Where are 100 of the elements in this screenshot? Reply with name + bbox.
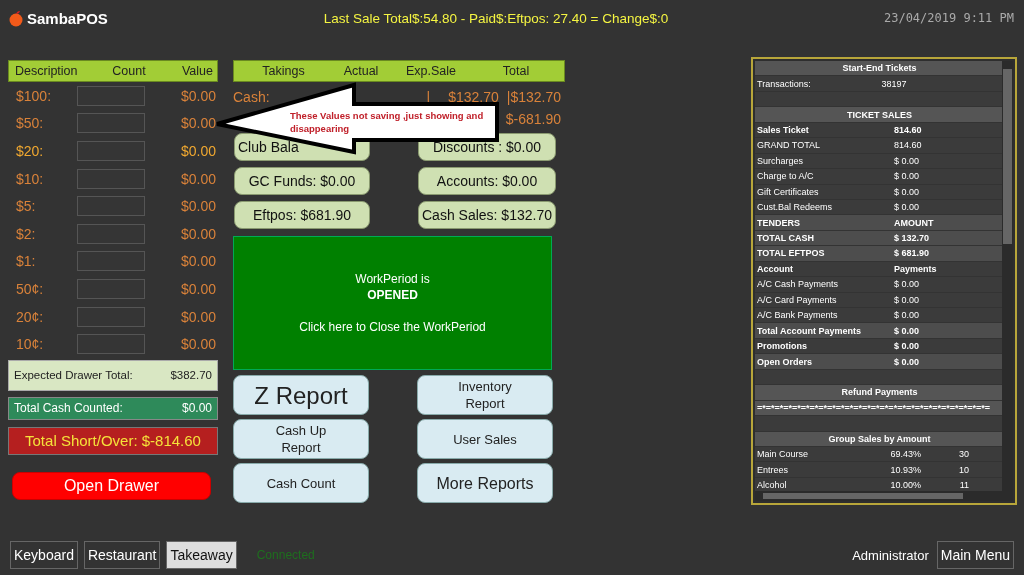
total-value: $-681.90 [505, 111, 561, 129]
row-value: $ 0.00 [893, 186, 921, 197]
column-header: Description [14, 64, 79, 78]
report-button[interactable]: Inventory Report [417, 375, 553, 415]
department-tab[interactable]: Takeaway [166, 541, 237, 569]
summary-button[interactable]: Accounts: $0.00 [418, 167, 556, 195]
summary-button[interactable]: GC Funds: $0.00 [234, 167, 370, 195]
row-value: 10.00% [889, 480, 922, 491]
date-time: 23/04/2019 9:11 PM [883, 11, 1014, 25]
expected-total-value: $382.70 [170, 369, 212, 382]
denomination-label: 50¢: [15, 280, 45, 297]
annotation-text: These Values not saving ,just showing and disappearing [290, 109, 485, 135]
row-label: Surcharges [756, 155, 805, 166]
takings-label: Cash: [233, 89, 271, 105]
denomination-value: $0.00 [180, 115, 217, 132]
count-input-field[interactable] [77, 223, 145, 244]
column-header: Takings [261, 64, 306, 78]
row-label: Open Orders [756, 356, 813, 367]
row-value: $ 0.00 [893, 294, 921, 305]
column-header: Total [501, 64, 531, 78]
denomination-value: $0.00 [180, 225, 217, 242]
row-label: A/C Card Payments [756, 294, 838, 305]
row-value: $ 0.00 [893, 356, 921, 367]
count-input-field[interactable] [77, 113, 145, 134]
denomination-label: 10¢: [15, 336, 45, 353]
denomination-label: $10: [15, 170, 45, 187]
column-separator: | [506, 89, 511, 105]
row-label: Account [756, 263, 794, 274]
denomination-label: $1: [15, 253, 37, 270]
report-button[interactable]: Cash Count [233, 463, 369, 503]
department-tab[interactable]: Keyboard [10, 541, 78, 569]
row-value: 814.60 [893, 124, 923, 135]
separator-pattern: =*=*=*=*=*=*=*=*=*=*=*=*=*=*=*=*=*=*=*=*=*=*=*=*=*=*= [756, 402, 991, 413]
denomination-value: $0.00 [180, 87, 217, 104]
row-value: $ 0.00 [893, 341, 921, 352]
denomination-value: $0.00 [180, 170, 217, 187]
section-title: Start-End Tickets [841, 63, 918, 74]
section-title: Group Sales by Amount [827, 433, 932, 444]
row-label: TOTAL EFTPOS [756, 248, 826, 259]
row-value: 10 [958, 464, 970, 475]
row-value: $ 0.00 [893, 171, 921, 182]
row-value: $ 681.90 [893, 248, 931, 259]
count-input-field[interactable] [77, 196, 145, 217]
denomination-label: $50: [15, 115, 45, 132]
count-input-field[interactable] [77, 168, 145, 189]
report-button[interactable]: User Sales [417, 419, 553, 459]
column-header: Count [111, 64, 147, 78]
row-label: Total Account Payments [756, 325, 863, 336]
count-input-field[interactable] [77, 278, 145, 299]
row-value: $ 132.70 [893, 233, 931, 244]
count-input-field[interactable] [77, 334, 145, 355]
denomination-value: $0.00 [180, 143, 217, 159]
row-label: Alcohol [756, 480, 788, 491]
work-period-panel[interactable]: WorkPeriod is OPENED Click here to Close the WorkPeriod [233, 236, 552, 370]
denomination-label: 20¢: [15, 308, 45, 325]
count-input-field[interactable] [77, 306, 145, 327]
row-label: Cust.Bal Redeems [756, 202, 834, 213]
row-label: Main Course [756, 449, 810, 460]
column-header: Actual [342, 64, 380, 78]
row-value: $ 0.00 [893, 155, 921, 166]
column-header: Exp.Sale [405, 64, 457, 78]
row-value: 11 [958, 480, 970, 491]
row-label: TOTAL CASH [756, 233, 815, 244]
denomination-label: $20: [15, 143, 45, 159]
work-period-label: WorkPeriod is [355, 271, 430, 287]
row-label: A/C Cash Payments [756, 279, 840, 290]
denomination-value: $0.00 [180, 336, 217, 353]
count-input-field[interactable] [77, 141, 145, 161]
report-button[interactable]: More Reports [417, 463, 553, 503]
row-label: Charge to A/C [756, 171, 815, 182]
count-input-field[interactable] [77, 251, 145, 272]
summary-button[interactable]: Cash Sales: $132.70 [418, 201, 556, 229]
row-label: A/C Bank Payments [756, 310, 839, 321]
row-value: Payments [893, 263, 938, 274]
report-button[interactable]: Cash Up Report [233, 419, 369, 459]
short-over-total: Total Short/Over: $-814.60 [8, 426, 218, 455]
open-drawer-button[interactable]: Open Drawer [12, 471, 211, 500]
denomination-value: $0.00 [180, 308, 217, 325]
row-value: $ 0.00 [893, 325, 921, 336]
connection-status: Connected [256, 548, 315, 562]
report-button[interactable]: Z Report [233, 375, 369, 415]
denomination-label: $2: [15, 225, 37, 242]
total-value: $132.70 [510, 89, 561, 105]
section-title: TICKET SALES [846, 109, 913, 120]
summary-button[interactable]: Eftpos: $681.90 [234, 201, 370, 229]
department-tab[interactable]: Restaurant [83, 541, 161, 569]
user-name: Administrator [852, 547, 929, 563]
main-menu-button[interactable]: Main Menu [936, 541, 1014, 569]
row-value: 69.43% [889, 449, 922, 460]
row-value: AMOUNT [893, 217, 935, 228]
close-work-period-link[interactable]: Click here to Close the WorkPeriod [299, 319, 486, 335]
denomination-label: $100: [15, 87, 53, 104]
row-label: Sales Ticket [756, 124, 810, 135]
count-input-field[interactable] [77, 85, 145, 106]
row-value: 30 [958, 449, 970, 460]
denomination-label: $5: [15, 198, 37, 215]
denomination-value: $0.00 [180, 198, 217, 215]
row-value: 10.93% [889, 464, 922, 475]
denomination-value: $0.00 [180, 280, 217, 297]
row-label: Entrees [756, 464, 790, 475]
